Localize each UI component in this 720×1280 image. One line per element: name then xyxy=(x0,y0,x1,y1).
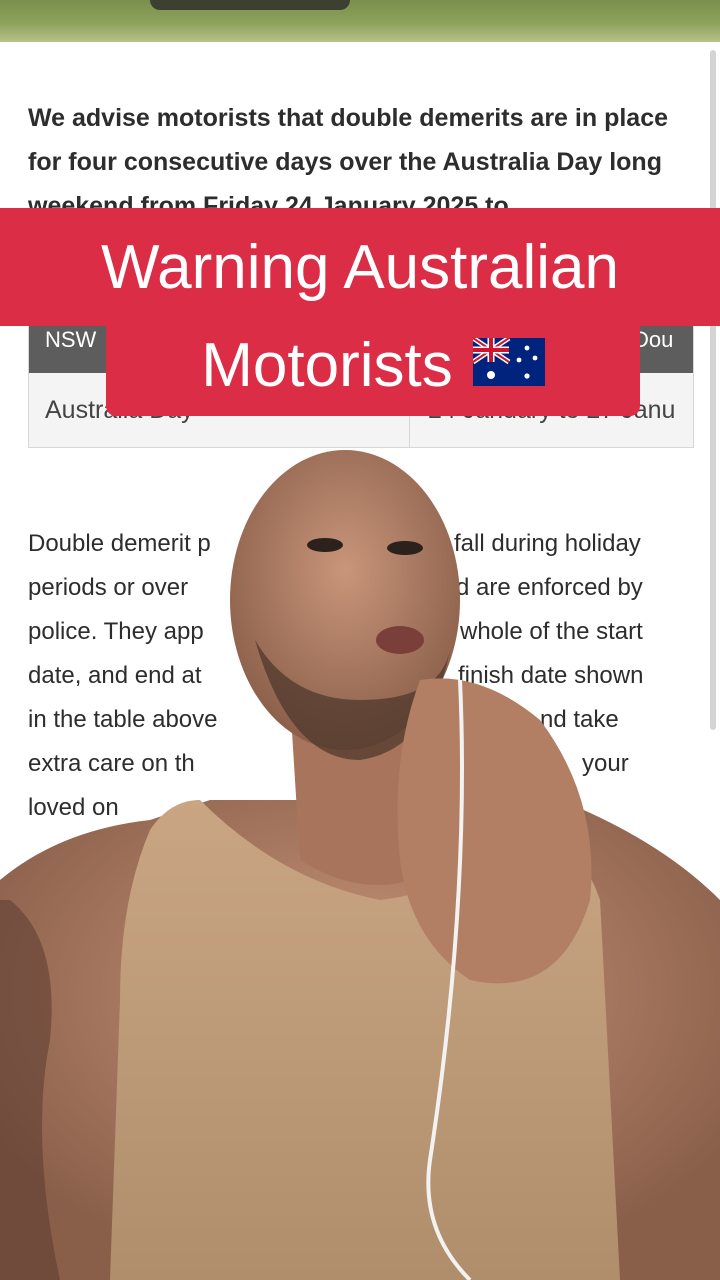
body-fragment: extra care on th xyxy=(28,750,195,777)
warning-title-banner: Warning Australian xyxy=(0,208,720,326)
body-fragment: Double demerit p xyxy=(28,530,211,557)
body-fragment: date, and end at xyxy=(28,662,202,689)
body-fragment: finish date shown xyxy=(458,662,644,689)
body-fragment: whole of the start xyxy=(460,618,643,645)
page-scrollbar[interactable] xyxy=(710,50,716,730)
body-fragment: in the table above xyxy=(28,706,218,733)
australia-flag-icon xyxy=(471,330,545,401)
body-fragment: fall during holiday xyxy=(454,530,641,557)
body-fragment: nd take xyxy=(540,706,619,733)
warning-title-line1: Warning Australian xyxy=(100,232,620,302)
header-photo-strip xyxy=(0,0,720,42)
body-fragment: pply xyxy=(630,866,675,893)
warning-subtitle-banner: Motorists xyxy=(106,314,640,416)
body-fragment: d are enforced by xyxy=(456,574,643,601)
table-header-state: NSW xyxy=(45,327,97,352)
photo-rock xyxy=(150,0,350,10)
body-fragment: your xyxy=(582,750,629,777)
body-fragment: periods or over xyxy=(28,574,189,601)
body-fragment: loved on xyxy=(28,794,119,821)
warning-title-line2: Motorists xyxy=(201,330,453,400)
body-fragment: police. They app xyxy=(28,618,204,645)
